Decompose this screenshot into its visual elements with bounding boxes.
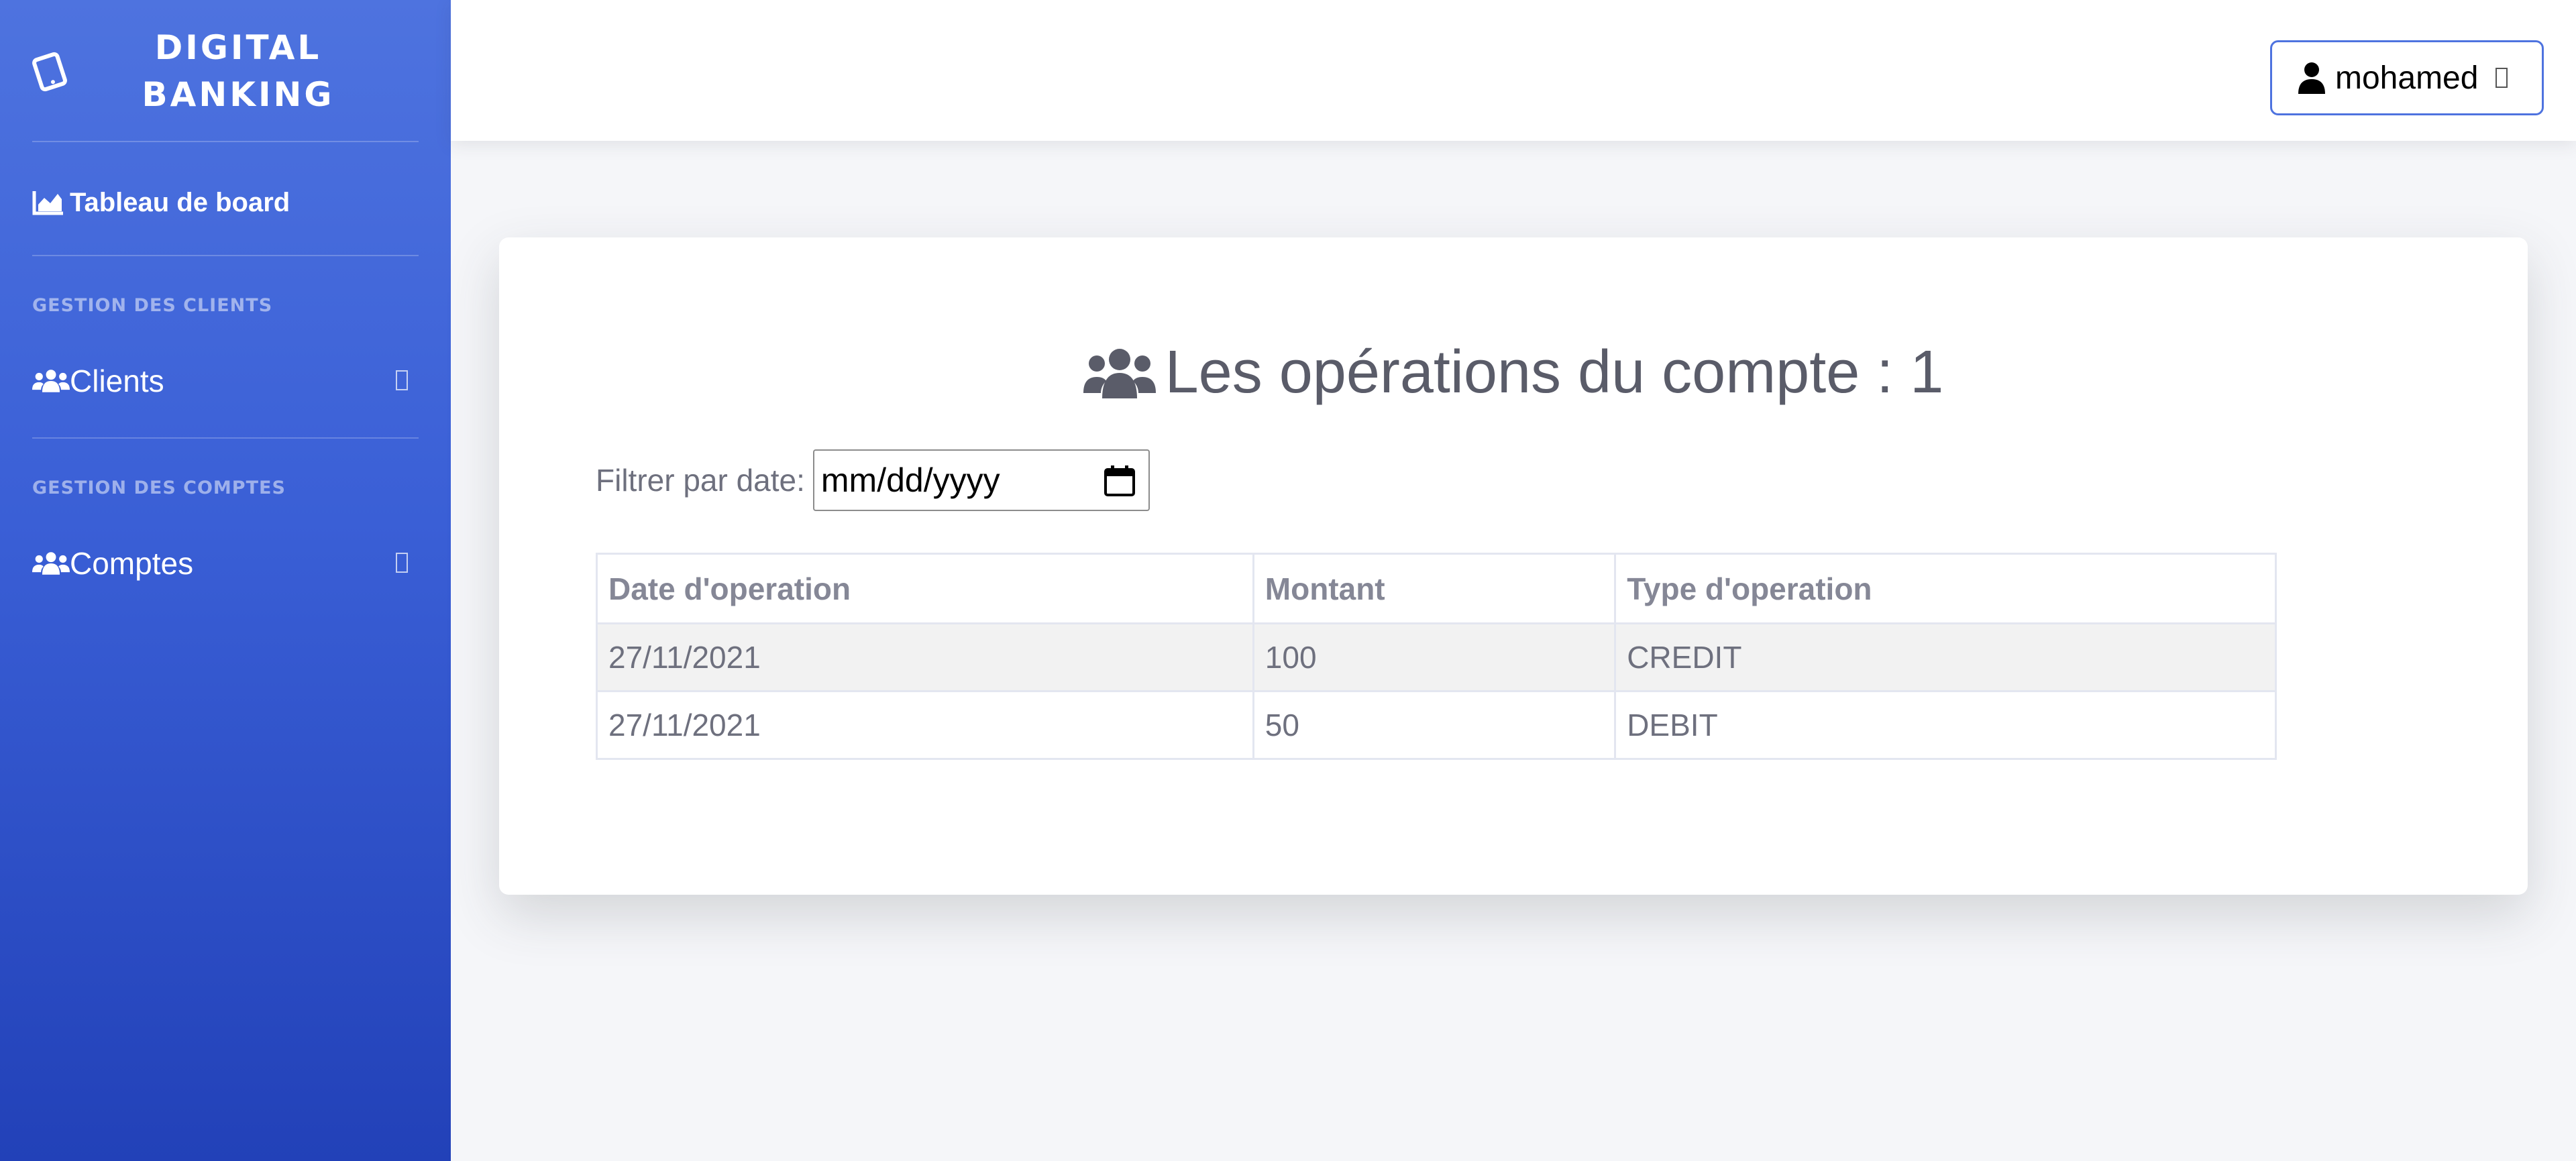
user-name: mohamed bbox=[2335, 60, 2479, 96]
topbar: mohamed bbox=[451, 0, 2576, 141]
sidebar-item-label: Comptes bbox=[70, 546, 194, 581]
sidebar-item-dashboard[interactable]: Tableau de board bbox=[32, 176, 419, 229]
date-placeholder: mm/dd/yyyy bbox=[820, 461, 1000, 499]
operations-table: Date d'operation Montant Type d'operatio… bbox=[596, 553, 2277, 760]
page-title: Les opérations du compte : 1 bbox=[499, 338, 2528, 407]
table-header-row: Date d'operation Montant Type d'operatio… bbox=[596, 553, 2277, 624]
page-title-text: Les opérations du compte : 1 bbox=[1165, 339, 1944, 406]
cell-date: 27/11/2021 bbox=[596, 690, 1254, 760]
sidebar-item-comptes[interactable]: Comptes bbox=[32, 537, 419, 590]
users-icon bbox=[1083, 348, 1156, 398]
date-filter-input[interactable]: mm/dd/yyyy bbox=[812, 449, 1150, 511]
sidebar-divider bbox=[32, 255, 419, 256]
cell-montant: 100 bbox=[1252, 622, 1617, 692]
operations-card: Les opérations du compte : 1 Filtrer par… bbox=[499, 237, 2528, 895]
table-row: 27/11/2021 100 CREDIT bbox=[596, 622, 2277, 692]
tablet-icon bbox=[32, 52, 67, 92]
sidebar-item-clients[interactable]: Clients bbox=[32, 354, 419, 408]
date-filter: Filtrer par date: mm/dd/yyyy bbox=[596, 449, 1150, 511]
brand[interactable]: DIGITAL BANKING bbox=[0, 0, 451, 141]
sidebar-heading-comptes: GESTION DES COMPTES bbox=[32, 478, 286, 498]
caret-icon bbox=[2496, 68, 2508, 88]
cell-date: 27/11/2021 bbox=[596, 622, 1254, 692]
sidebar-divider bbox=[32, 141, 419, 142]
cell-type: CREDIT bbox=[1614, 622, 2277, 692]
chevron-icon bbox=[396, 370, 408, 390]
users-icon bbox=[32, 366, 70, 396]
users-icon bbox=[32, 549, 70, 578]
column-header-montant: Montant bbox=[1252, 553, 1617, 624]
sidebar: DIGITAL BANKING Tableau de board GESTION… bbox=[0, 0, 451, 1161]
cell-montant: 50 bbox=[1252, 690, 1617, 760]
calendar-icon[interactable] bbox=[1103, 464, 1136, 498]
sidebar-item-label: Tableau de board bbox=[70, 187, 290, 217]
brand-line-1: DIGITAL bbox=[154, 28, 322, 67]
user-menu-button[interactable]: mohamed bbox=[2270, 40, 2544, 115]
chart-area-icon bbox=[32, 188, 70, 217]
column-header-type: Type d'operation bbox=[1614, 553, 2277, 624]
brand-name: DIGITAL BANKING bbox=[101, 24, 376, 118]
filter-label: Filtrer par date: bbox=[596, 463, 805, 498]
column-header-date: Date d'operation bbox=[596, 553, 1254, 624]
sidebar-divider bbox=[32, 437, 419, 439]
table-row: 27/11/2021 50 DEBIT bbox=[596, 690, 2277, 760]
brand-line-2: BANKING bbox=[142, 75, 335, 114]
user-icon bbox=[2298, 62, 2325, 94]
sidebar-heading-clients: GESTION DES CLIENTS bbox=[32, 295, 273, 316]
sidebar-item-label: Clients bbox=[70, 364, 164, 398]
cell-type: DEBIT bbox=[1614, 690, 2277, 760]
chevron-icon bbox=[396, 553, 408, 573]
